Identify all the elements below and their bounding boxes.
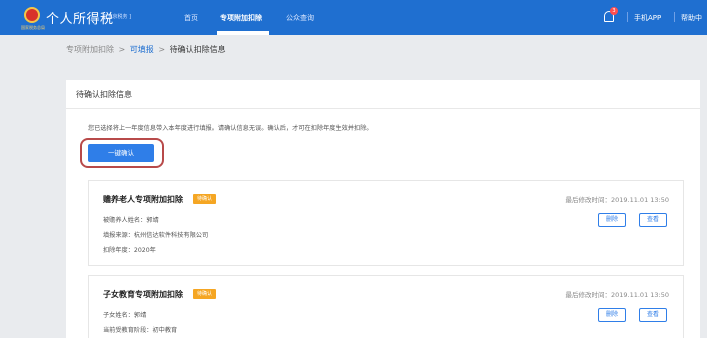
deduction-card-children-education: 子女教育专项附加扣除 待确认 最后修改时间：2019.11.01 13:50 子… xyxy=(88,275,684,338)
status-badge: 待确认 xyxy=(193,194,217,204)
breadcrumb-item-special-deduction[interactable]: 专项附加扣除 xyxy=(66,45,114,54)
breadcrumb-item-current: 待确认扣除信息 xyxy=(169,45,226,54)
panel-title: 待确认扣除信息 xyxy=(76,90,132,99)
breadcrumb-item-fillable[interactable]: 可填报 xyxy=(130,45,154,54)
card-info-line: 当前受教育阶段：初中教育 xyxy=(103,327,178,334)
delete-button[interactable]: 删除 xyxy=(598,213,626,227)
card-info-line: 子女姓名：郭靖 xyxy=(103,312,147,319)
view-button[interactable]: 查看 xyxy=(639,213,667,227)
breadcrumb-separator: > xyxy=(158,45,166,54)
nav-divider xyxy=(674,12,675,22)
status-badge: 待确认 xyxy=(193,289,217,299)
region-tag: [ 北京税务 ] xyxy=(104,14,132,20)
breadcrumb-separator: > xyxy=(118,45,126,54)
card-modified-time: 最后修改时间：2019.11.01 13:50 xyxy=(565,196,669,204)
card-title: 赡养老人专项附加扣除 xyxy=(103,195,183,204)
tax-emblem-icon xyxy=(24,7,40,23)
nav-home[interactable]: 首页 xyxy=(184,13,198,23)
nav-divider xyxy=(627,12,628,22)
pending-deduction-panel: 待确认扣除信息 您已选择将上一年度信息带入本年度进行填报。请确认信息无误。确认后… xyxy=(66,80,700,338)
view-button[interactable]: 查看 xyxy=(639,308,667,322)
top-navigation-bar: 国家税务总局 个人所得税 [ 北京税务 ] 首页 专项附加扣除 公众查询 3 手… xyxy=(0,0,707,35)
card-modified-time: 最后修改时间：2019.11.01 13:50 xyxy=(565,291,669,299)
logo-caption: 国家税务总局 xyxy=(21,25,45,30)
card-info-line: 被赡养人姓名：郭靖 xyxy=(103,217,159,224)
help-link[interactable]: 帮助中 xyxy=(681,13,702,23)
panel-divider xyxy=(66,108,700,109)
card-title: 子女教育专项附加扣除 xyxy=(103,290,183,299)
card-info-line: 扣除年度：2020年 xyxy=(103,247,156,254)
delete-button[interactable]: 删除 xyxy=(598,308,626,322)
breadcrumb: 专项附加扣除 > 可填报 > 待确认扣除信息 xyxy=(66,44,228,55)
nav-active-indicator xyxy=(217,31,269,35)
notice-text: 您已选择将上一年度信息带入本年度进行填报。请确认信息无误。确认后，才可在扣除年度… xyxy=(88,125,373,132)
mobile-app-link[interactable]: 手机APP xyxy=(634,13,661,23)
confirm-all-button[interactable]: 一键确认 xyxy=(88,144,154,162)
deduction-card-elderly: 赡养老人专项附加扣除 待确认 最后修改时间：2019.11.01 13:50 被… xyxy=(88,180,684,266)
card-info-line: 填报来源：杭州信达软件科技有限公司 xyxy=(103,232,209,239)
notification-badge: 3 xyxy=(610,7,618,15)
nav-public-query[interactable]: 公众查询 xyxy=(286,13,314,23)
nav-special-deduction[interactable]: 专项附加扣除 xyxy=(220,13,262,23)
